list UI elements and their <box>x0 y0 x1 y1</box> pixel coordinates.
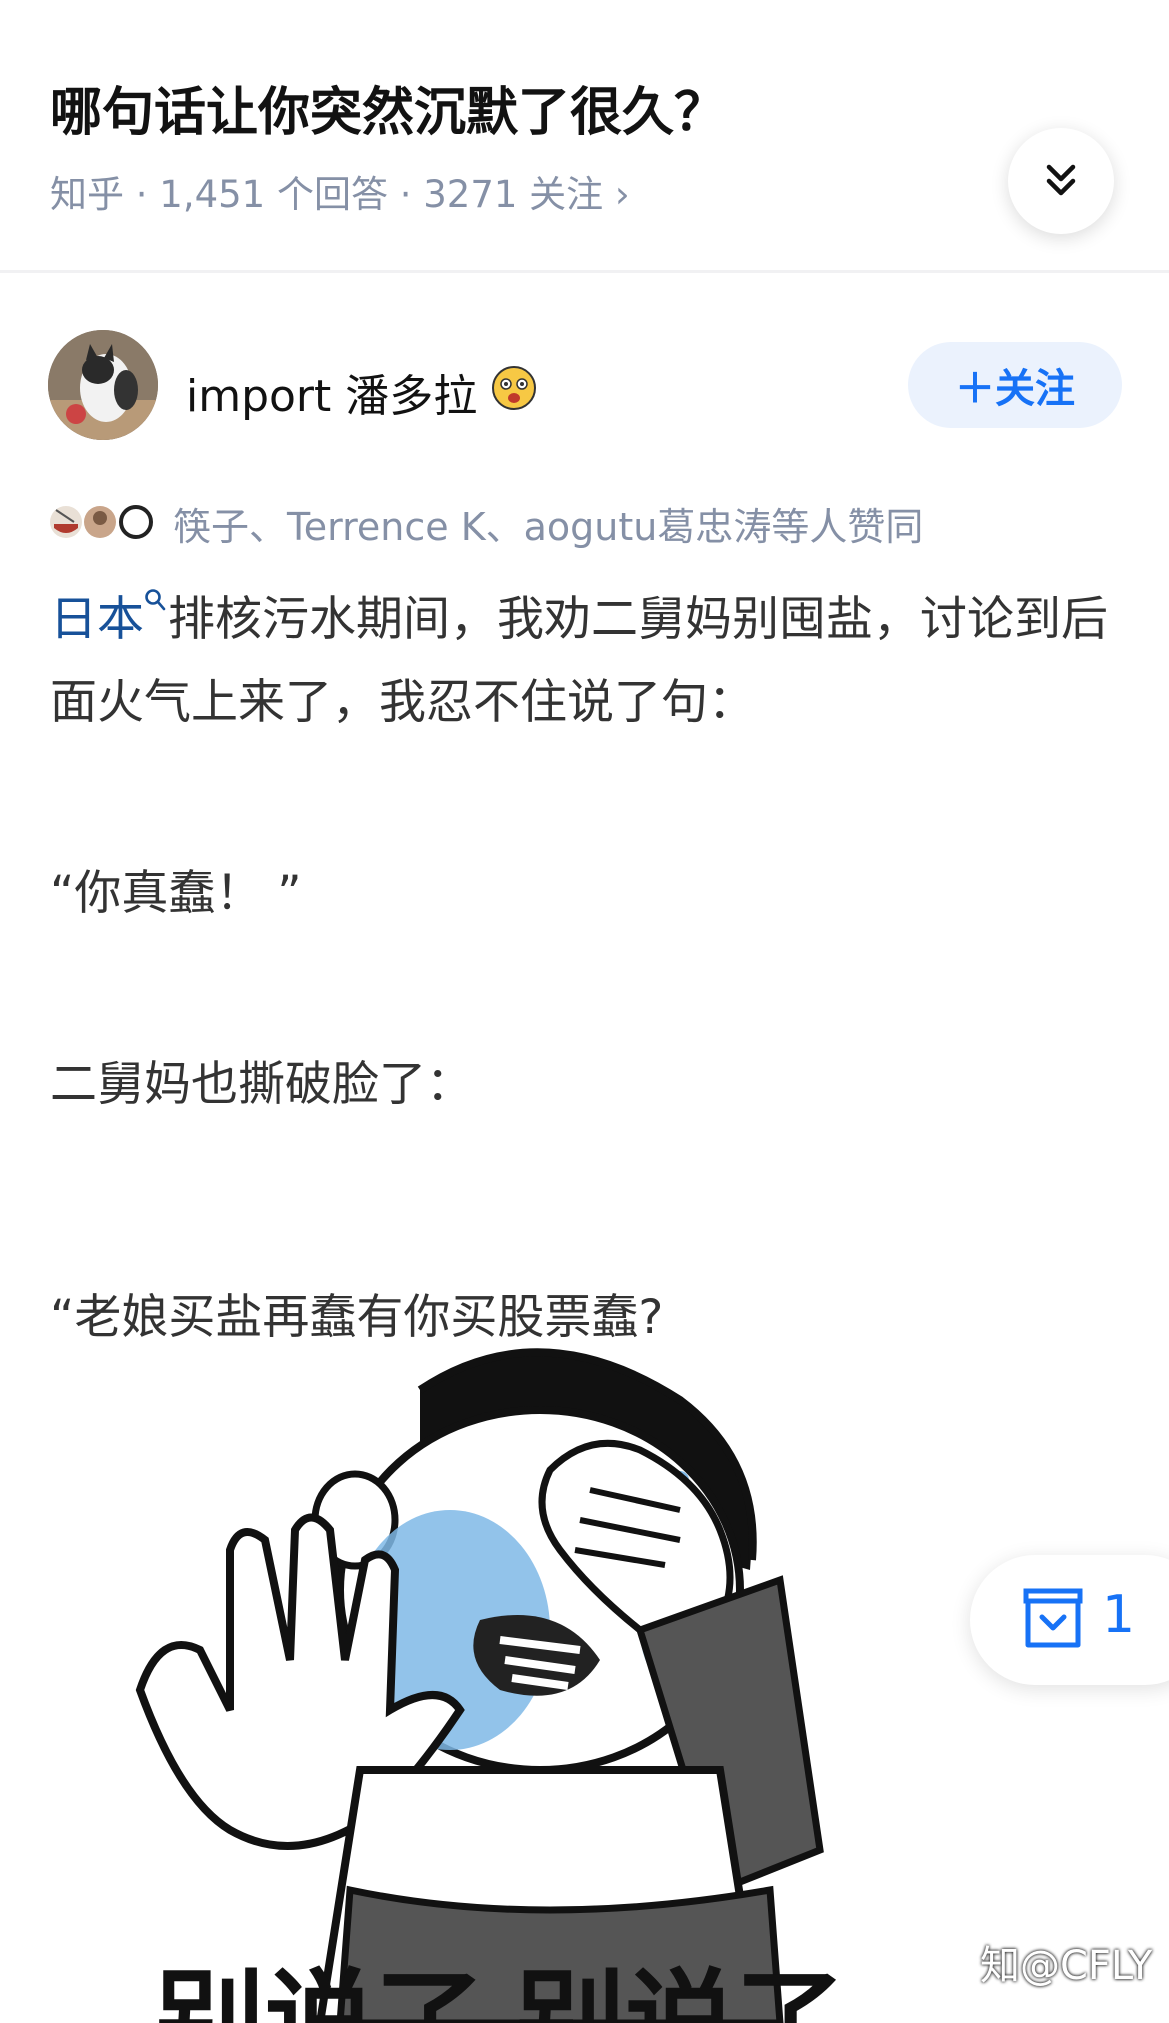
avatar[interactable] <box>48 330 158 440</box>
emoji-badge-icon <box>492 366 536 410</box>
meme-caption: 别说了 别说了 <box>155 1961 846 2023</box>
voters-row: 筷子、Terrence K、aogutu葛忠涛等人赞同 <box>48 496 1148 551</box>
collect-button[interactable]: 1 <box>970 1555 1169 1685</box>
follow-button[interactable]: ＋关注 <box>908 342 1122 428</box>
question-title[interactable]: 哪句话让你突然沉默了很久？ <box>50 70 726 145</box>
meme-image[interactable]: 别说了 别说了 <box>120 1330 880 2023</box>
collect-box-icon <box>1023 1588 1083 1648</box>
double-chevron-down-icon <box>1046 164 1076 196</box>
search-icon <box>145 589 166 611</box>
voter-avatars[interactable] <box>48 502 160 546</box>
author-row: import 潘多拉 ＋关注 <box>0 330 1169 450</box>
collect-count: 1 <box>1102 1585 1136 1645</box>
paragraph: 二舅妈也撕破脸了： <box>50 1057 473 1112</box>
search-link-term[interactable]: 日本 <box>50 592 144 647</box>
question-meta[interactable]: 知乎 · 1,451 个回答 · 3271 关注 › <box>50 164 630 218</box>
answer-body: 日本 排核污水期间，我劝二舅妈别囤盐，讨论到后面火气上来了，我忍不住说了句： “你… <box>50 578 1130 1359</box>
paragraph: 日本 排核污水期间，我劝二舅妈别囤盐，讨论到后面火气上来了，我忍不住说了句： <box>50 578 1130 744</box>
quote-line: “你真蠢！ ” <box>50 866 302 921</box>
voters-text[interactable]: 筷子、Terrence K、aogutu葛忠涛等人赞同 <box>173 496 923 551</box>
watermark: 知@CFLY <box>980 1943 1153 1989</box>
author-name[interactable]: import 潘多拉 <box>186 360 477 424</box>
divider <box>0 270 1169 273</box>
paragraph-text: 排核污水期间，我劝二舅妈别囤盐，讨论到后面火气上来了，我忍不住说了句： <box>50 592 1108 730</box>
collapse-button[interactable] <box>1008 128 1114 234</box>
question-header: 哪句话让你突然沉默了很久？ 知乎 · 1,451 个回答 · 3271 关注 › <box>0 0 1169 272</box>
